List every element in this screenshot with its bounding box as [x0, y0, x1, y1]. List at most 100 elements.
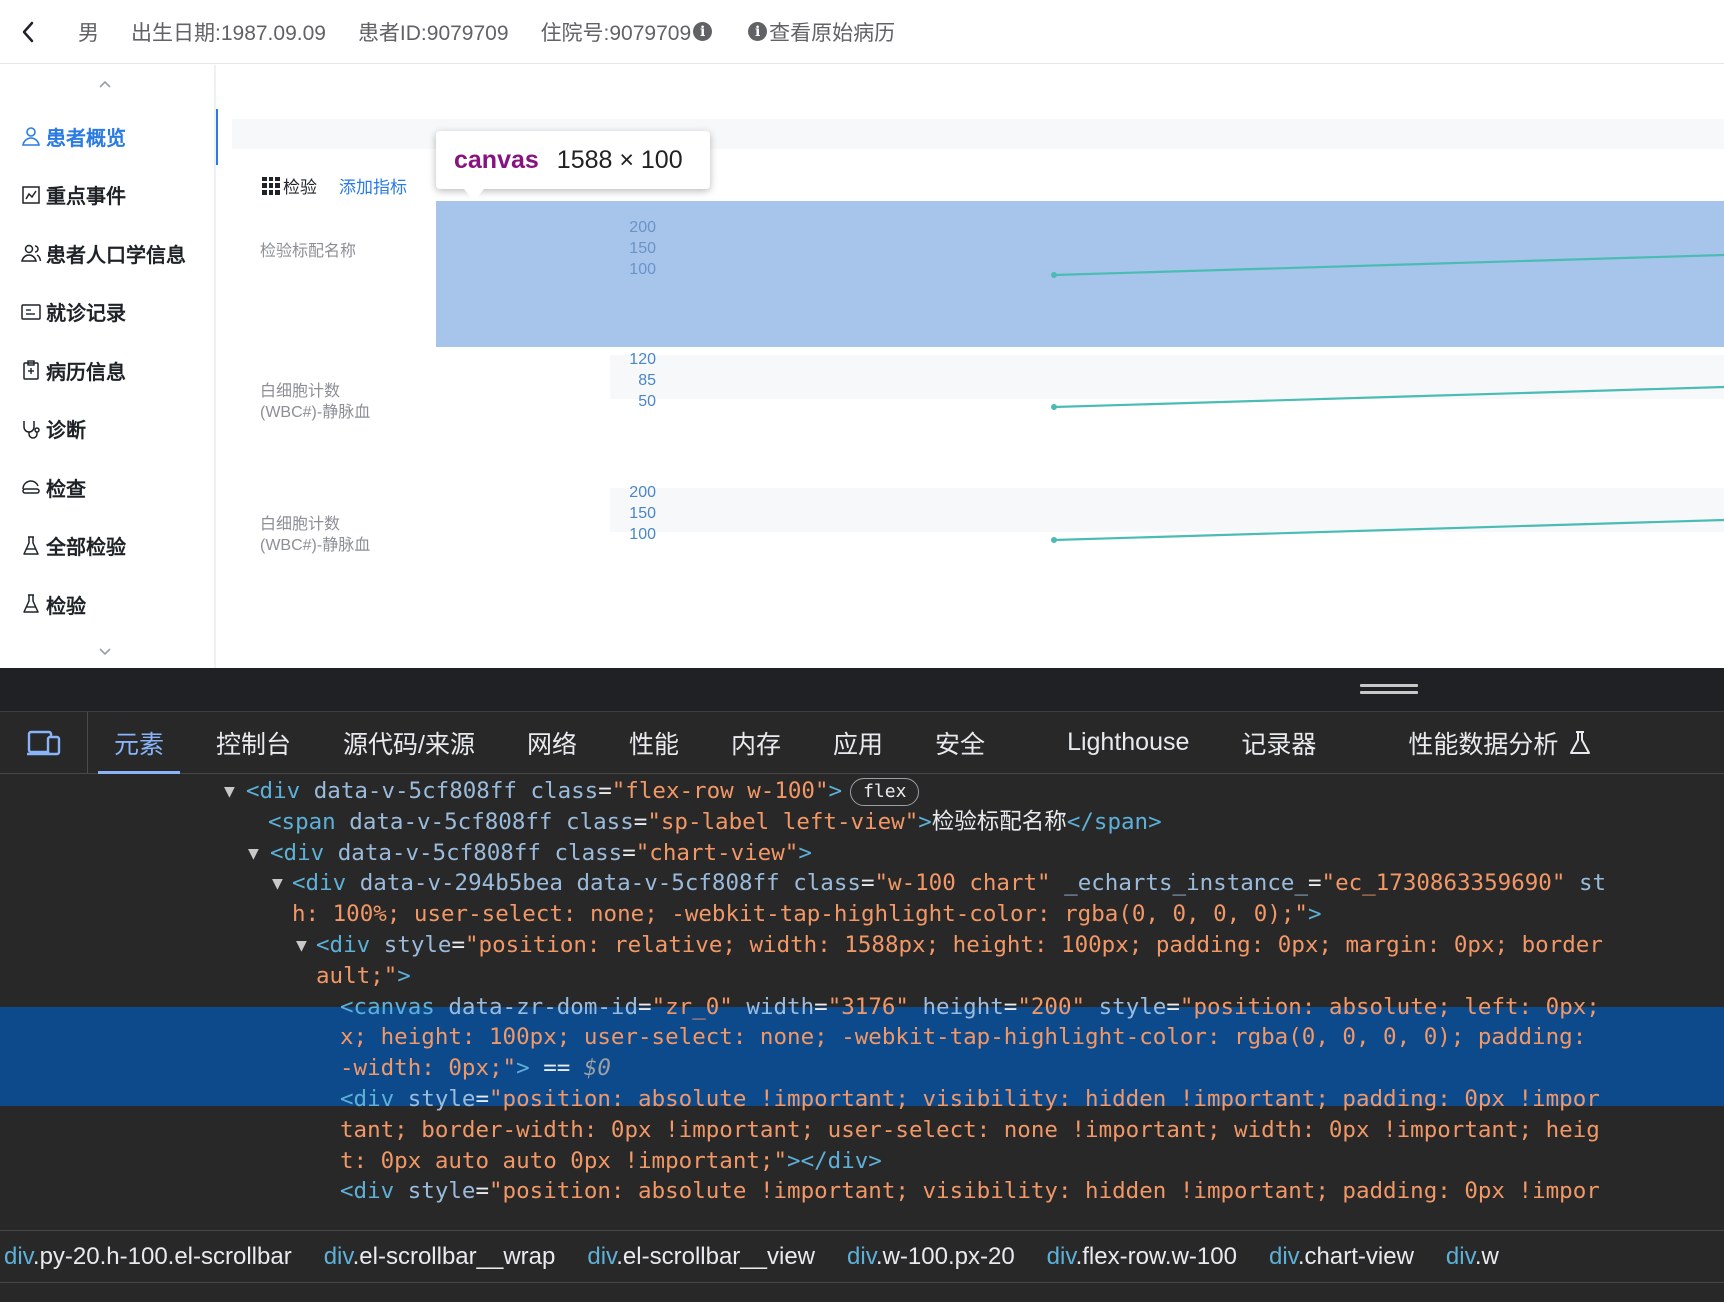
code-token: class [554, 839, 623, 866]
expand-triangle-icon[interactable]: ▼ [224, 775, 235, 808]
devtools-tab-8[interactable]: Lighthouse [1041, 712, 1215, 774]
dom-node-selected[interactable]: -width: 0px;"> == $0 [0, 1052, 1724, 1085]
breadcrumb-item[interactable]: div.w-100.px-20 [847, 1243, 1015, 1271]
devtools-tab-0[interactable]: 元素 [88, 712, 190, 774]
dom-node-line[interactable]: ault;"> [0, 960, 1724, 993]
breadcrumb-class: .chart-view [1297, 1242, 1414, 1270]
code-token: "sp-label left-view" [647, 808, 919, 835]
devtools-tab-3[interactable]: 网络 [501, 712, 603, 774]
expand-triangle-icon[interactable]: ▼ [248, 837, 259, 870]
dom-node-line[interactable]: <span data-v-5cf808ff class="sp-label le… [0, 806, 1724, 839]
devtools-tab-6[interactable]: 应用 [807, 712, 909, 774]
devtools-resizer[interactable] [0, 668, 1724, 712]
dom-node-line[interactable]: <div style="position: absolute !importan… [0, 1175, 1724, 1208]
expand-triangle-icon[interactable]: ▼ [296, 929, 307, 962]
flex-badge[interactable]: flex [850, 777, 920, 806]
sidebar: 患者概览重点事件患者人口学信息 就诊记录病历信息诊断 检查 全部检验 检验 [0, 65, 218, 668]
sidebar-item-4[interactable]: 病历信息 [0, 341, 216, 400]
code-token: "w-100 chart" [874, 870, 1065, 897]
code-token: tant; border-width: 0px !important; user… [340, 1116, 1600, 1143]
code-token: > [787, 1147, 801, 1174]
code-token: 检验标配名称 [931, 808, 1067, 835]
sidebar-item-2[interactable]: 患者人口学信息 [0, 224, 216, 283]
breadcrumb-tag: div [4, 1242, 33, 1270]
devtools-tab-5[interactable]: 内存 [705, 712, 807, 774]
sidebar-item-label: 患者人口学信息 [46, 244, 186, 267]
sidebar-item-label: 就诊记录 [46, 303, 126, 326]
devtools-tabbar: 元素 控制台 源代码/来源 网络 性能 内存 应用 安全 Lighthouse 记录器 性能数据分析 [0, 711, 1724, 774]
view-original-record-link[interactable]: i 查看原始病历 [746, 17, 895, 47]
chevron-up-icon[interactable] [96, 77, 114, 91]
code-token: ault;" [316, 962, 398, 989]
sidebar-nav: 患者概览重点事件患者人口学信息 就诊记录病历信息诊断 检查 全部检验 检验 [0, 107, 218, 634]
breadcrumb-item[interactable]: div.py-20.h-100.el-scrollbar [4, 1243, 292, 1271]
sidebar-item-6[interactable]: 检查 [0, 458, 216, 517]
code-token: = [475, 1178, 490, 1205]
lab-row-label: 白细胞计数 (WBC#)-静脉血 [260, 516, 371, 554]
tooltip-tag: canvas [454, 145, 539, 174]
breadcrumb-tag: div [1046, 1242, 1076, 1270]
dom-node-line[interactable]: tant; border-width: 0px !important; user… [0, 1114, 1724, 1147]
dom-node-line[interactable]: ▼ <div data-v-5cf808ff class="flex-row w-… [0, 775, 1724, 808]
breadcrumb-class: .w-100.px-20 [875, 1242, 1015, 1270]
devtools-tab-10[interactable]: 性能数据分析 [1382, 712, 1618, 774]
sidebar-item-1[interactable]: 重点事件 [0, 166, 216, 225]
sidebar-item-8[interactable]: 检验 [0, 575, 216, 634]
breadcrumb-tag: div [323, 1242, 353, 1270]
devtools-tab-9[interactable]: 记录器 [1215, 712, 1342, 774]
dom-node-line[interactable]: h: 100%; user-select: none; -webkit-tap-… [0, 898, 1724, 931]
device-toolbar-icon[interactable] [0, 711, 88, 774]
data-point[interactable] [1051, 537, 1057, 543]
code-token: data-v-294b5bea data-v-5cf808ff [359, 870, 794, 897]
code-token: data-v-5cf808ff [349, 808, 567, 835]
breadcrumb-item[interactable]: div.el-scrollbar__wrap [324, 1243, 556, 1271]
dom-node-selected[interactable]: x; height: 100px; user-select: none; -we… [0, 1021, 1724, 1054]
sidebar-item-7[interactable]: 全部检验 [0, 517, 216, 576]
code-token: <span [268, 808, 350, 835]
y-tick-label: 85 [638, 372, 656, 389]
y-tick-label: 100 [629, 261, 656, 278]
sidebar-item-5[interactable]: 诊断 [0, 400, 216, 459]
dom-node-line[interactable]: ▼ <div data-v-5cf808ff class="chart-view"… [0, 837, 1724, 870]
breadcrumb-item[interactable]: div.w [1446, 1243, 1499, 1271]
breadcrumb-tag: div [1268, 1242, 1298, 1270]
back-icon[interactable] [0, 0, 56, 64]
breadcrumb-item[interactable]: div.el-scrollbar__view [587, 1243, 815, 1271]
breadcrumb-item[interactable]: div.flex-row.w-100 [1047, 1243, 1237, 1271]
devtools-tab-label: 记录器 [1241, 730, 1317, 759]
code-token: > [516, 1055, 530, 1082]
code-token: = [814, 993, 828, 1020]
dom-node-selected[interactable]: <canvas data-zr-dom-id="zr_0" width="317… [0, 991, 1724, 1024]
code-token: "position: absolute; left: 0px; [1179, 993, 1600, 1020]
people-icon [21, 245, 42, 262]
data-point[interactable] [1051, 404, 1057, 410]
dom-node-line[interactable]: t: 0px auto auto 0px !important;"></div> [0, 1145, 1724, 1178]
devtools-tab-1[interactable]: 控制台 [190, 712, 317, 774]
lab-row-label: 检验标配名称 [260, 243, 357, 260]
code-token: x; height: 100px; user-select: none; -we… [340, 1024, 1600, 1051]
expand-triangle-icon[interactable]: ▼ [272, 867, 283, 900]
dom-node-line[interactable]: ▼ <div style="position: relative; width: … [0, 929, 1724, 962]
sidebar-item-label: 病历信息 [46, 361, 126, 384]
drag-handle-icon[interactable] [1360, 684, 1418, 696]
code-token: "200" [1017, 993, 1099, 1020]
sidebar-item-0[interactable]: 患者概览 [0, 107, 218, 166]
person-icon [22, 127, 40, 147]
code-token: style [407, 1178, 476, 1205]
breadcrumb-tag: div [1445, 1242, 1475, 1270]
devtools-tab-4[interactable]: 性能 [603, 712, 705, 774]
info-icon[interactable]: i [693, 22, 713, 41]
dom-node-line[interactable]: <div style="position: absolute !importan… [0, 1083, 1724, 1116]
sidebar-item-3[interactable]: 就诊记录 [0, 283, 216, 342]
devtools-tab-2[interactable]: 源代码/来源 [317, 712, 501, 774]
breadcrumb-class: .flex-row.w-100 [1075, 1242, 1237, 1270]
sidebar-item-label: 重点事件 [46, 186, 126, 209]
breadcrumb-item[interactable]: div.chart-view [1269, 1243, 1414, 1271]
dom-node-line[interactable]: ▼ <div data-v-294b5bea data-v-5cf808ff cl… [0, 867, 1724, 900]
devtools-tab-7[interactable]: 安全 [909, 712, 1011, 774]
breadcrumb-class: .py-20.h-100.el-scrollbar [32, 1242, 292, 1270]
tooltip-size: 1588 × 100 [556, 145, 683, 174]
data-point[interactable] [1051, 272, 1057, 278]
patient-gender: 男 [78, 21, 99, 45]
chevron-down-icon[interactable] [96, 645, 114, 659]
